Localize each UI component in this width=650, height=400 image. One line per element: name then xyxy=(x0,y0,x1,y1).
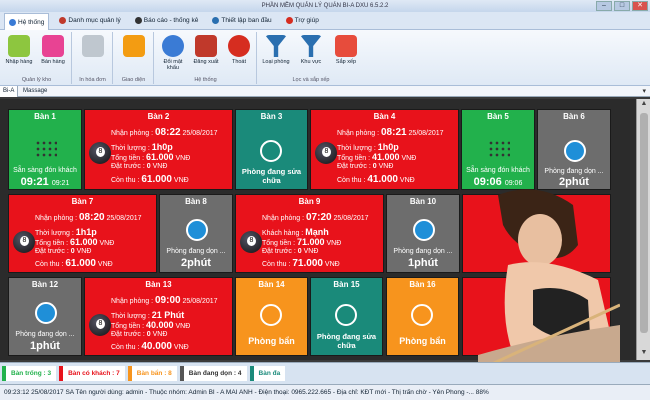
settings-icon xyxy=(212,17,220,24)
group-loc-sap-xep: Loại phòng Khu vực Sắp xếp Lọc và sắp xế… xyxy=(258,32,364,84)
dirty-icon xyxy=(260,304,282,326)
ban-hang-button[interactable]: Bán hàng xyxy=(38,34,68,74)
table-tile[interactable]: Bàn 13 Nhận phòng : 09:00 25/08/2017 Thờ… xyxy=(84,277,233,356)
group-he-thong: Đổi mật khẩu Đăng xuất Thoát Hệ thống xyxy=(155,32,257,84)
window-title: PHẦN MỀM QUẢN LÝ QUÁN BI-A DXU 6.5.2.2 xyxy=(261,3,389,9)
menu-bao-cao[interactable]: Báo cáo - thống kê xyxy=(131,13,203,28)
table-tile[interactable]: Bàn 4 Nhận phòng : 08:21 25/08/2017 Thời… xyxy=(310,109,459,190)
table-tile[interactable]: Bàn 5 Sẵn sàng đón khách 09:06 09:06 xyxy=(461,109,535,190)
broom-icon xyxy=(564,140,586,162)
in-hoa-don-button[interactable] xyxy=(78,34,108,74)
home-icon xyxy=(9,18,16,26)
eight-ball-icon xyxy=(315,142,337,164)
table-tile[interactable]: Bàn 12 Phòng đang dọn ... 1phút xyxy=(8,277,82,356)
help-icon xyxy=(285,17,293,24)
menu-bar: Hệ thống Danh mục quản lý Báo cáo - thốn… xyxy=(0,12,650,30)
status-bar: Bàn trống : 3 Bàn có khách : 7 Bàn bẩn :… xyxy=(0,362,650,384)
scroll-thumb[interactable] xyxy=(640,113,648,333)
import-icon xyxy=(8,35,30,57)
table-tile[interactable]: Bàn 9 Nhận phòng : 07:20 25/08/2017 Khác… xyxy=(235,194,384,273)
menu-he-thong[interactable]: Hệ thống xyxy=(4,13,50,30)
status-cleaning[interactable]: Bàn đang dọn : 4 xyxy=(179,366,247,381)
broom-icon xyxy=(413,219,435,241)
scroll-up-icon[interactable]: ▲ xyxy=(639,100,649,110)
eight-ball-icon xyxy=(89,142,111,164)
tab-bia[interactable]: Bi-A xyxy=(0,86,19,97)
filter-icon xyxy=(265,35,287,57)
repair-icon xyxy=(260,140,282,162)
status-repair[interactable]: Bàn đa xyxy=(249,366,286,381)
menu-tro-giup[interactable]: Trợ giúp xyxy=(282,13,323,28)
status-empty[interactable]: Bàn trống : 3 xyxy=(2,366,57,381)
nhap-hang-button[interactable]: Nhập hàng xyxy=(4,34,34,74)
footer-info: 09:23:12 25/08/2017 SA Tên người dùng: a… xyxy=(0,384,650,400)
tab-massage[interactable]: Massage xyxy=(20,86,50,97)
table-tile[interactable]: Bàn 7 Nhận phòng : 08:20 25/08/2017 Thời… xyxy=(8,194,157,273)
report-icon xyxy=(134,17,142,24)
giao-dien-button[interactable] xyxy=(119,34,149,74)
rack-icon xyxy=(488,140,510,158)
broom-icon xyxy=(35,302,57,324)
close-button[interactable]: ✕ xyxy=(632,1,648,11)
sap-xep-button[interactable]: Sắp xếp xyxy=(331,34,361,74)
eight-ball-icon xyxy=(89,314,111,336)
filter-icon xyxy=(300,35,322,57)
loai-phong-button[interactable]: Loại phòng xyxy=(261,34,291,74)
person-icon xyxy=(59,17,67,24)
tab-strip: Bi-A Massage ▾ xyxy=(0,86,650,97)
broom-icon xyxy=(186,219,208,241)
menu-danh-muc[interactable]: Danh mục quản lý xyxy=(55,13,124,28)
dang-xuat-button[interactable]: Đăng xuất xyxy=(191,34,221,74)
table-tile[interactable]: Bàn 1 Sẵn sàng đón khách 09:21 09:21 xyxy=(8,109,82,190)
table-tile[interactable]: Bàn 15 Phòng đang sửa chữa xyxy=(310,277,383,356)
power-icon xyxy=(228,35,250,57)
table-tile[interactable]: Bàn 3 Phòng đang sửa chữa xyxy=(235,109,308,190)
repair-icon xyxy=(335,304,357,326)
status-occupied[interactable]: Bàn có khách : 7 xyxy=(59,366,125,381)
dirty-icon xyxy=(411,304,433,326)
status-dirty[interactable]: Bàn bẩn : 8 xyxy=(127,366,177,381)
minimize-button[interactable]: – xyxy=(596,1,612,11)
rack-icon xyxy=(35,140,57,158)
printer-icon xyxy=(82,35,104,57)
table-tile[interactable]: Bàn 8 Phòng đang dọn ... 2phút xyxy=(159,194,233,273)
sell-icon xyxy=(42,35,64,57)
thoat-button[interactable]: Thoát xyxy=(224,34,254,74)
table-tile[interactable]: Bàn 10 Phòng đang dọn ... 1phút xyxy=(386,194,460,273)
group-giao-dien: Giao diện xyxy=(114,32,154,84)
sort-icon xyxy=(335,35,357,57)
app-window: PHẦN MỀM QUẢN LÝ QUÁN BI-A DXU 6.5.2.2 –… xyxy=(0,0,650,400)
table-tile[interactable]: Bàn 2 Nhận phòng : 08:22 25/08/2017 Thời… xyxy=(84,109,233,190)
scroll-down-icon[interactable]: ▼ xyxy=(639,349,649,359)
eight-ball-icon xyxy=(240,231,262,253)
chevron-down-icon[interactable]: ▾ xyxy=(642,87,646,95)
ribbon: Nhập hàng Bán hàng Quản lý kho In hóa đơ… xyxy=(0,30,650,86)
khu-vuc-button[interactable]: Khu vực xyxy=(296,34,326,74)
table-tile[interactable]: Bàn 6 Phòng đang dọn ... 2phút xyxy=(537,109,611,190)
doi-mat-khau-button[interactable]: Đổi mật khẩu xyxy=(158,34,188,74)
title-bar: PHẦN MỀM QUẢN LÝ QUÁN BI-A DXU 6.5.2.2 –… xyxy=(0,0,650,12)
menu-thiet-lap[interactable]: Thiết lập ban đầu xyxy=(208,13,275,28)
eight-ball-icon xyxy=(13,231,35,253)
maximize-button[interactable]: □ xyxy=(614,1,630,11)
vertical-scrollbar[interactable]: ▲ ▼ xyxy=(636,99,650,360)
lock-icon xyxy=(195,35,217,57)
table-tile[interactable]: Bàn 16 Phòng bẩn xyxy=(386,277,459,356)
table-tile[interactable]: Bàn 14 Phòng bẩn xyxy=(235,277,308,356)
group-in-hoa-don: In hóa đơn xyxy=(73,32,113,84)
theme-icon xyxy=(123,35,145,57)
group-quan-ly-kho: Nhập hàng Bán hàng Quản lý kho xyxy=(2,32,72,84)
key-icon xyxy=(162,35,184,57)
promo-photo xyxy=(478,189,620,382)
